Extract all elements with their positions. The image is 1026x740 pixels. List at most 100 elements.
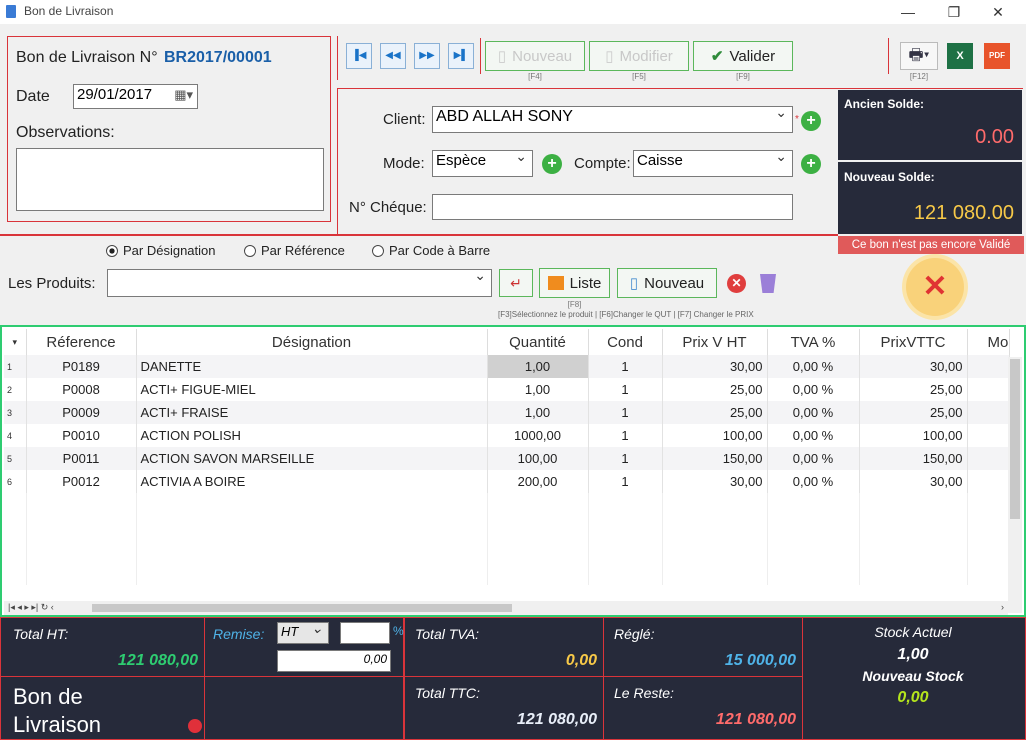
pdf-icon[interactable]: PDF [984,43,1010,69]
cell-cond[interactable]: 1 [588,401,663,424]
discount-amount-field[interactable]: 0,00 [277,650,391,672]
col-cond[interactable]: Cond [588,329,663,355]
cell-tva[interactable]: 0,00 % [767,378,860,401]
cell-quantity[interactable]: 1,00 [487,401,589,424]
cell-designation[interactable]: ACTI+ FRAISE [136,401,488,424]
cell-designation[interactable]: ACTION SAVON MARSEILLE [136,447,488,470]
table-row[interactable]: 6 P0012 ACTIVIA A BOIRE 200,00 1 30,00 0,00 % 3… [4,470,1010,493]
col-tva[interactable]: TVA % [767,329,860,355]
radio-by-designation[interactable]: Par Désignation [106,243,216,258]
return-icon[interactable]: ↵ [499,269,533,297]
add-client-icon[interactable]: + [801,111,821,131]
validate-button[interactable]: ✔ Valider [693,41,793,71]
vertical-scroll-thumb[interactable] [1010,359,1020,519]
cell-price-ht[interactable]: 150,00 [662,447,768,470]
trash-icon[interactable] [760,274,776,293]
col-reference[interactable]: Réference [26,329,137,355]
cell-cond[interactable]: 1 [588,447,663,470]
last-record-icon[interactable]: ▶▌ [448,43,474,69]
table-row[interactable]: 2 P0008 ACTI+ FIGUE-MIEL 1,00 1 25,00 0,00 % 25… [4,378,1010,401]
cell-mo[interactable] [967,378,1010,401]
account-select[interactable]: Caisse [633,148,793,177]
new-button[interactable]: ▯ Nouveau [485,41,585,71]
new-product-button[interactable]: ▯ Nouveau [617,268,717,298]
cell-reference[interactable]: P0011 [26,447,137,470]
cell-designation[interactable]: ACTI+ FIGUE-MIEL [136,378,488,401]
cell-tva[interactable]: 0,00 % [767,470,860,493]
col-price-ttc[interactable]: PrixVTTC [859,329,968,355]
cell-quantity[interactable]: 1000,00 [487,424,589,447]
cell-quantity[interactable]: 1,00 [487,378,589,401]
cell-cond[interactable]: 1 [588,424,663,447]
cell-price-ht[interactable]: 100,00 [662,424,768,447]
grid-nav-icons[interactable]: |◂ ◂ ▸ ▸| ↻ ‹ [8,602,54,613]
horizontal-scrollbar[interactable]: |◂ ◂ ▸ ▸| ↻ ‹ › [4,601,1008,615]
cell-mo[interactable] [967,355,1010,378]
vertical-scrollbar[interactable] [1008,357,1022,613]
cell-price-ht[interactable]: 30,00 [662,355,768,378]
cheque-field[interactable] [432,194,793,220]
add-mode-icon[interactable]: + [542,154,562,174]
radio-by-barcode[interactable]: Par Code à Barre [372,243,490,258]
cell-cond[interactable]: 1 [588,470,663,493]
minimize-button[interactable]: — [896,2,920,22]
cell-mo[interactable] [967,401,1010,424]
cell-price-ttc[interactable]: 25,00 [859,378,968,401]
cell-reference[interactable]: P0010 [26,424,137,447]
cell-mo[interactable] [967,447,1010,470]
maximize-button[interactable]: ❐ [942,2,966,22]
next-record-icon[interactable]: ▶▶ [414,43,440,69]
cell-cond[interactable]: 1 [588,378,663,401]
observations-field[interactable] [16,148,324,211]
cell-tva[interactable]: 0,00 % [767,401,860,424]
discount-percent-field[interactable] [340,622,390,644]
cell-tva[interactable]: 0,00 % [767,447,860,470]
remove-line-icon[interactable]: ✕ [727,274,746,293]
cell-tva[interactable]: 0,00 % [767,355,860,378]
cell-quantity[interactable]: 100,00 [487,447,589,470]
radio-by-reference[interactable]: Par Référence [244,243,345,258]
col-price-ht[interactable]: Prix V HT [662,329,768,355]
cell-reference[interactable]: P0189 [26,355,137,378]
cell-price-ht[interactable]: 30,00 [662,470,768,493]
first-record-icon[interactable]: ▐◀ [346,43,372,69]
table-row[interactable]: 4 P0010 ACTION POLISH 1000,00 1 100,00 0,00 % 1… [4,424,1010,447]
cell-reference[interactable]: P0012 [26,470,137,493]
client-select[interactable]: ABD ALLAH SONY [432,104,793,133]
cell-designation[interactable]: ACTION POLISH [136,424,488,447]
list-button[interactable]: Liste [539,268,610,298]
cell-price-ttc[interactable]: 30,00 [859,355,968,378]
scroll-right-icon[interactable]: › [1001,602,1004,612]
cell-mo[interactable] [967,470,1010,493]
table-row[interactable]: 5 P0011 ACTION SAVON MARSEILLE 100,00 1 150,0… [4,447,1010,470]
col-mo[interactable]: Mo [967,329,1010,355]
cell-price-ht[interactable]: 25,00 [662,378,768,401]
print-icon[interactable]: 🖶▾ [900,42,938,70]
cell-designation[interactable]: ACTIVIA A BOIRE [136,470,488,493]
cell-cond[interactable]: 1 [588,355,663,378]
cell-quantity[interactable]: 200,00 [487,470,589,493]
close-button[interactable]: ✕ [986,2,1010,22]
cell-price-ttc[interactable]: 25,00 [859,401,968,424]
col-designation[interactable]: Désignation [136,329,488,355]
edit-button[interactable]: ▯ Modifier [589,41,689,71]
horizontal-scroll-thumb[interactable] [92,604,512,612]
col-quantity[interactable]: Quantité [487,329,589,355]
discount-type-select[interactable]: HT [277,620,329,644]
date-field[interactable]: 29/01/2017 ▦▾ [73,84,198,109]
cell-price-ttc[interactable]: 150,00 [859,447,968,470]
cell-quantity[interactable]: 1,00 [487,355,589,378]
table-row[interactable]: 3 P0009 ACTI+ FRAISE 1,00 1 25,00 0,00 % 25,00 [4,401,1010,424]
previous-record-icon[interactable]: ◀◀ [380,43,406,69]
cell-price-ht[interactable]: 25,00 [662,401,768,424]
cell-reference[interactable]: P0009 [26,401,137,424]
excel-icon[interactable]: X [947,43,973,69]
add-account-icon[interactable]: + [801,154,821,174]
cell-designation[interactable]: DANETTE [136,355,488,378]
cell-tva[interactable]: 0,00 % [767,424,860,447]
products-select[interactable] [107,267,492,297]
table-row[interactable]: 1 P0189 DANETTE 1,00 1 30,00 0,00 % 30,00 [4,355,1010,378]
cell-mo[interactable] [967,424,1010,447]
mode-select[interactable]: Espèce [432,148,533,177]
calendar-icon[interactable]: ▦▾ [174,87,193,103]
